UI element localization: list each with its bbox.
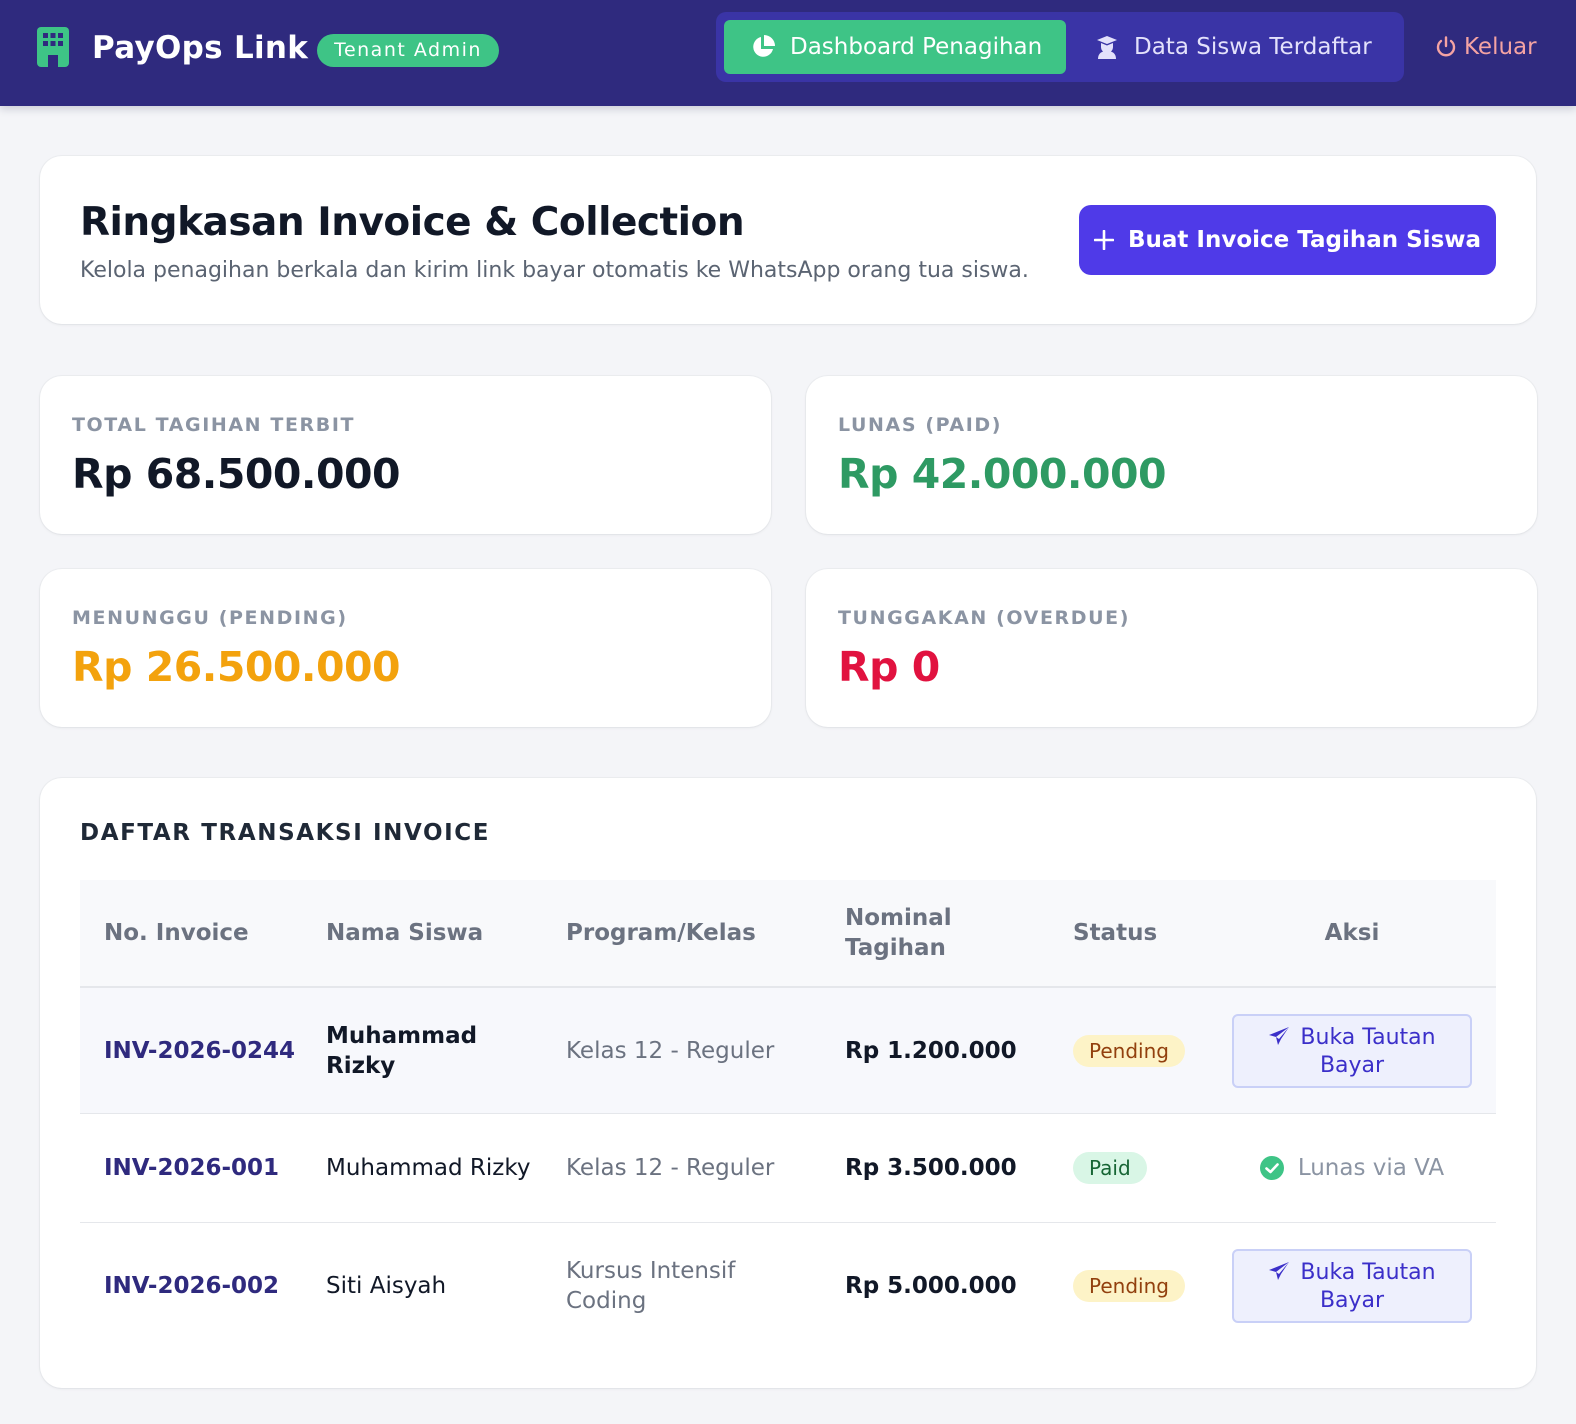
send-icon bbox=[1269, 1026, 1290, 1045]
column-header-program: Program/Kelas bbox=[566, 920, 756, 946]
action-cell: Buka Tautan Bayar bbox=[1232, 1223, 1472, 1349]
stat-label: TUNGGAKAN (OVERDUE) bbox=[838, 607, 1131, 629]
invoice-amount: Rp 1.200.000 bbox=[845, 1037, 1017, 1064]
student-name: Siti Aisyah bbox=[326, 1273, 447, 1299]
logout-link[interactable]: Keluar bbox=[1434, 30, 1537, 64]
invoice-amount: Rp 3.500.000 bbox=[845, 1155, 1017, 1181]
main-nav: Dashboard Penagihan Data Siswa Terdaftar bbox=[716, 12, 1404, 82]
status-cell: Pending bbox=[1073, 1223, 1223, 1349]
tab-data-siswa[interactable]: Data Siswa Terdaftar bbox=[1088, 20, 1388, 74]
table-row: INV-2026-002 Siti Aisyah Kursus Intensif… bbox=[80, 1223, 1496, 1349]
program-name: Kelas 12 - Reguler bbox=[566, 1037, 775, 1064]
power-icon bbox=[1436, 36, 1456, 57]
plus-icon bbox=[1093, 230, 1114, 250]
stat-card-paid: LUNAS (PAID) Rp 42.000.000 bbox=[806, 376, 1537, 534]
table-header: No. Invoice Nama Siswa Program/Kelas Nom… bbox=[80, 880, 1496, 988]
open-payment-link-button[interactable]: Buka Tautan Bayar bbox=[1232, 1249, 1472, 1323]
column-header-name: Nama Siswa bbox=[326, 920, 484, 946]
status-cell: Paid bbox=[1073, 1114, 1223, 1222]
pie-chart-icon bbox=[753, 35, 775, 57]
page-title: Ringkasan Invoice & Collection bbox=[80, 200, 745, 245]
stat-card-overdue: TUNGGAKAN (OVERDUE) Rp 0 bbox=[806, 569, 1537, 727]
logout-label: Keluar bbox=[1464, 34, 1537, 60]
student-name: Muhammad Rizky bbox=[326, 1155, 531, 1181]
status-badge: Paid bbox=[1073, 1152, 1147, 1184]
stat-value-overdue: Rp 0 bbox=[838, 643, 940, 691]
paid-note: Lunas via VA bbox=[1259, 1153, 1445, 1183]
program-name: Kelas 12 - Reguler bbox=[566, 1155, 775, 1181]
column-header-status: Status bbox=[1073, 920, 1158, 946]
invoice-number[interactable]: INV-2026-0244 bbox=[104, 988, 304, 1113]
create-invoice-label: Buat Invoice Tagihan Siswa bbox=[1127, 227, 1482, 253]
status-badge: Pending bbox=[1073, 1270, 1185, 1302]
stat-value-total: Rp 68.500.000 bbox=[72, 450, 401, 498]
table-title: DAFTAR TRANSAKSI INVOICE bbox=[80, 820, 491, 846]
send-icon bbox=[1269, 1262, 1290, 1280]
tab-dashboard-penagihan[interactable]: Dashboard Penagihan bbox=[724, 20, 1066, 74]
action-cell: Lunas via VA bbox=[1232, 1114, 1472, 1222]
status-cell: Pending bbox=[1073, 988, 1223, 1113]
stat-label: MENUNGGU (PENDING) bbox=[72, 607, 348, 629]
brand-title: PayOps Link bbox=[92, 30, 309, 66]
tab-dashboard-label: Dashboard Penagihan bbox=[790, 34, 1043, 60]
open-payment-link-label: Buka Tautan Bayar bbox=[1300, 1260, 1436, 1313]
column-header-amount: Nominal Tagihan bbox=[845, 905, 952, 961]
invoice-amount: Rp 5.000.000 bbox=[845, 1273, 1017, 1299]
invoice-number[interactable]: INV-2026-002 bbox=[104, 1223, 304, 1349]
graduate-icon bbox=[1097, 36, 1117, 59]
paid-note-label: Lunas via VA bbox=[1297, 1155, 1445, 1181]
check-circle-icon bbox=[1259, 1156, 1284, 1180]
role-badge: Tenant Admin bbox=[317, 34, 499, 67]
stat-value-pending: Rp 26.500.000 bbox=[72, 643, 401, 691]
stat-card-pending: MENUNGGU (PENDING) Rp 26.500.000 bbox=[40, 569, 771, 727]
table-row: INV-2026-001 Muhammad Rizky Kelas 12 - R… bbox=[80, 1114, 1496, 1223]
program-name: Kursus Intensif Coding bbox=[566, 1258, 736, 1314]
column-header-invoice: No. Invoice bbox=[104, 920, 249, 946]
page-subtitle: Kelola penagihan berkala dan kirim link … bbox=[80, 258, 1029, 283]
status-badge: Pending bbox=[1073, 1034, 1185, 1067]
top-navbar: PayOps Link Tenant Admin Dashboard Penag… bbox=[0, 0, 1576, 106]
open-payment-link-label: Buka Tautan Bayar bbox=[1300, 1024, 1436, 1078]
stat-card-total: TOTAL TAGIHAN TERBIT Rp 68.500.000 bbox=[40, 376, 771, 534]
column-header-action: Aksi bbox=[1324, 920, 1380, 946]
tab-data-siswa-label: Data Siswa Terdaftar bbox=[1134, 34, 1372, 60]
create-invoice-button[interactable]: Buat Invoice Tagihan Siswa bbox=[1079, 205, 1496, 275]
table-row: INV-2026-0244 Muhammad Rizky Kelas 12 - … bbox=[80, 988, 1496, 1114]
action-cell: Buka Tautan Bayar bbox=[1232, 988, 1472, 1113]
building-icon bbox=[37, 27, 69, 67]
summary-card: Ringkasan Invoice & Collection Kelola pe… bbox=[40, 156, 1536, 324]
open-payment-link-button[interactable]: Buka Tautan Bayar bbox=[1232, 1013, 1472, 1088]
stat-value-paid: Rp 42.000.000 bbox=[838, 450, 1167, 498]
invoice-number[interactable]: INV-2026-001 bbox=[104, 1114, 304, 1222]
student-name: Muhammad Rizky bbox=[326, 1022, 478, 1079]
invoice-table-card: DAFTAR TRANSAKSI INVOICE No. Invoice Nam… bbox=[40, 778, 1536, 1388]
stat-label: TOTAL TAGIHAN TERBIT bbox=[72, 414, 356, 436]
stat-label: LUNAS (PAID) bbox=[838, 414, 1003, 436]
